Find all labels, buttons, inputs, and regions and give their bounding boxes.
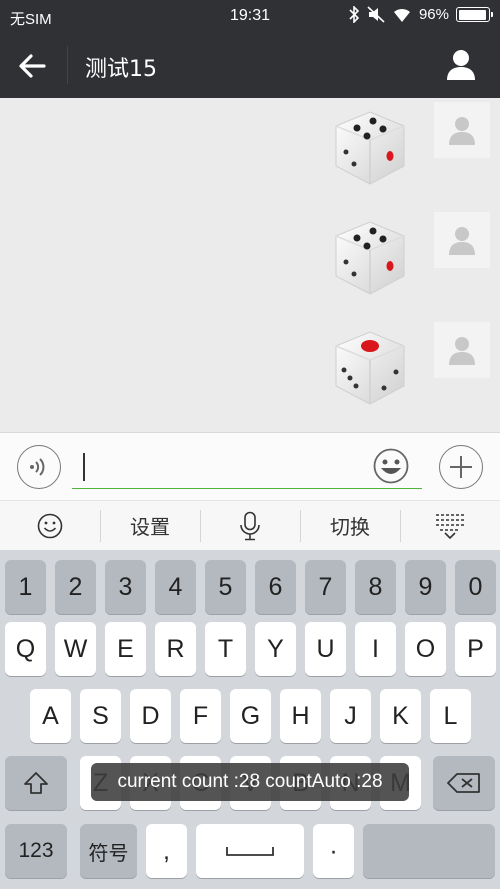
voice-input-button[interactable]: [17, 445, 61, 489]
keyboard-hide-icon: [436, 513, 464, 539]
key-l[interactable]: L: [430, 689, 471, 743]
message-input-bar: [0, 432, 500, 500]
keyboard-toolbar: 设置 切换: [0, 500, 500, 550]
space-key[interactable]: [196, 824, 304, 878]
keyboard: 1 2 3 4 5 6 7 8 9 0 Q W E R T Y U I O P …: [0, 550, 500, 889]
count-toast: current count :28 countAuto :28: [91, 763, 409, 801]
key-j[interactable]: J: [330, 689, 371, 743]
key-d[interactable]: D: [130, 689, 171, 743]
shift-icon: [24, 772, 48, 794]
microphone-icon: [240, 511, 260, 540]
key-1[interactable]: 1: [5, 560, 46, 614]
silent-mode-icon: [367, 6, 385, 23]
nav-divider: [67, 46, 68, 84]
emoji-icon: [37, 513, 63, 538]
toolbar-settings[interactable]: 设置: [100, 501, 200, 550]
avatar[interactable]: [434, 102, 490, 158]
avatar[interactable]: [434, 322, 490, 378]
symbols-key[interactable]: 符号: [80, 824, 137, 878]
message-dice-2[interactable]: [326, 212, 490, 300]
key-k[interactable]: K: [380, 689, 421, 743]
comma-key[interactable]: ,: [146, 824, 187, 878]
avatar[interactable]: [434, 212, 490, 268]
key-a[interactable]: A: [30, 689, 71, 743]
text-caret: [83, 453, 85, 481]
toolbar-hide-keyboard[interactable]: [400, 501, 500, 550]
delete-key[interactable]: [433, 756, 495, 810]
toolbar-voice[interactable]: [200, 501, 300, 550]
key-s[interactable]: S: [80, 689, 121, 743]
key-7[interactable]: 7: [305, 560, 346, 614]
message-dice-1[interactable]: [326, 102, 490, 190]
key-9[interactable]: 9: [405, 560, 446, 614]
return-key[interactable]: [363, 824, 495, 878]
default-avatar-icon: [449, 117, 475, 145]
plus-icon: [450, 456, 472, 478]
wifi-icon: [393, 8, 410, 22]
key-8[interactable]: 8: [355, 560, 396, 614]
chat-messages[interactable]: [0, 98, 500, 432]
contact-profile-icon[interactable]: [444, 48, 478, 82]
key-4[interactable]: 4: [155, 560, 196, 614]
key-f[interactable]: F: [180, 689, 221, 743]
backspace-icon: [447, 773, 480, 793]
key-q[interactable]: Q: [5, 622, 46, 676]
key-r[interactable]: R: [155, 622, 196, 676]
key-3[interactable]: 3: [105, 560, 146, 614]
key-g[interactable]: G: [230, 689, 271, 743]
default-avatar-icon: [449, 227, 475, 255]
key-w[interactable]: W: [55, 622, 96, 676]
key-e[interactable]: E: [105, 622, 146, 676]
nav-bar: 测试15: [0, 32, 500, 98]
toolbar-switch[interactable]: 切换: [300, 501, 400, 550]
period-key[interactable]: ·: [313, 824, 354, 878]
default-avatar-icon: [449, 337, 475, 365]
battery-icon: [456, 7, 493, 22]
chat-title: 测试15: [85, 57, 157, 82]
dice-four-icon: [335, 111, 405, 185]
key-p[interactable]: P: [455, 622, 496, 676]
dice-four-icon: [335, 221, 405, 295]
toolbar-emoji[interactable]: [0, 501, 100, 550]
key-t[interactable]: T: [205, 622, 246, 676]
key-o[interactable]: O: [405, 622, 446, 676]
message-text-input[interactable]: [72, 445, 422, 489]
more-options-button[interactable]: [439, 445, 483, 489]
voice-icon: [30, 458, 45, 476]
key-u[interactable]: U: [305, 622, 346, 676]
key-6[interactable]: 6: [255, 560, 296, 614]
battery-percentage: 96%: [418, 6, 449, 23]
key-2[interactable]: 2: [55, 560, 96, 614]
status-bar: 无SIM 19:31 96%: [0, 0, 500, 32]
message-dice-3[interactable]: [326, 322, 490, 410]
back-arrow-icon[interactable]: [16, 50, 48, 82]
key-5[interactable]: 5: [205, 560, 246, 614]
emoji-button-icon[interactable]: [372, 447, 410, 485]
bluetooth-icon: [349, 6, 360, 23]
key-0[interactable]: 0: [455, 560, 496, 614]
shift-key[interactable]: [5, 756, 67, 810]
key-h[interactable]: H: [280, 689, 321, 743]
key-i[interactable]: I: [355, 622, 396, 676]
dice-one-icon: [335, 331, 405, 405]
numbers-mode-key[interactable]: 123: [5, 824, 67, 878]
key-y[interactable]: Y: [255, 622, 296, 676]
space-bar-icon: [226, 847, 274, 856]
